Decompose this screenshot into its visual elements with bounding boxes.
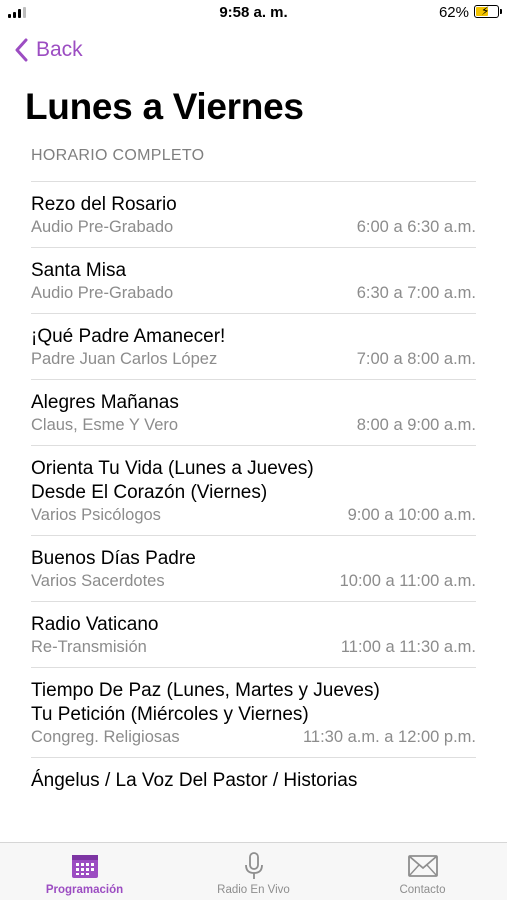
program-title-line2: Tu Petición (Miércoles y Viernes) — [31, 704, 309, 725]
program-time: 10:00 a 11:00 a.m. — [339, 572, 476, 590]
program-details: Padre Juan Carlos López 7:00 a 8:00 a.m. — [31, 349, 476, 370]
program-host: Varios Psicólogos — [31, 506, 161, 524]
program-time: 8:00 a 9:00 a.m. — [356, 416, 476, 434]
calendar-icon — [71, 855, 98, 878]
schedule-row[interactable]: Tiempo De Paz (Lunes, Martes y Jueves) Tu… — [31, 667, 476, 757]
tab-label: Radio En Vivo — [217, 884, 290, 896]
battery-percentage: 62% — [438, 4, 469, 21]
program-time: 11:00 a 11:30 a.m. — [340, 638, 476, 656]
program-title: Santa Misa — [31, 260, 127, 281]
program-details: Audio Pre-Grabado 6:30 a 7:00 a.m. — [31, 283, 476, 304]
program-title: ¡Qué Padre Amanecer! — [31, 326, 226, 347]
chevron-left-icon — [15, 38, 28, 62]
status-bar: 9:58 a. m. 62% ⚡ — [0, 0, 507, 26]
schedule-row[interactable]: ¡Qué Padre Amanecer! Padre Juan Carlos Ló… — [31, 313, 476, 379]
program-details: Audio Pre-Grabado 6:00 a 6:30 a.m. — [31, 217, 476, 238]
program-title: Rezo del Rosario — [31, 194, 177, 215]
schedule-row[interactable]: Buenos Días Padre Varios Sacerdotes 10:00 … — [31, 535, 476, 601]
program-host: Audio Pre-Grabado — [31, 284, 174, 302]
tab-radio-en-vivo[interactable]: Radio En Vivo — [169, 843, 338, 900]
program-host: Claus, Esme Y Vero — [31, 416, 179, 434]
program-host: Audio Pre-Grabado — [31, 218, 174, 236]
program-title: Tiempo De Paz (Lunes, Martes y Jueves) — [31, 680, 380, 701]
tab-bar: Programación Radio En Vivo Contacto — [0, 842, 507, 900]
program-host: Varios Sacerdotes — [31, 572, 165, 590]
back-button[interactable]: Back — [14, 38, 83, 62]
schedule-list: Rezo del Rosario Audio Pre-Grabado 6:00 a … — [0, 181, 507, 802]
program-title: Radio Vaticano — [31, 614, 159, 635]
tab-contacto[interactable]: Contacto — [338, 843, 507, 900]
schedule-row[interactable]: Rezo del Rosario Audio Pre-Grabado 6:00 a … — [31, 181, 476, 247]
tab-programacion[interactable]: Programación — [0, 843, 169, 900]
program-details: Re-Transmisión 11:00 a 11:30 a.m. — [31, 637, 476, 658]
program-title: Orienta Tu Vida (Lunes a Jueves) — [31, 458, 314, 479]
program-details: Congreg. Religiosas 11:30 a.m. a 12:00 p.… — [31, 727, 476, 748]
section-header: HORARIO COMPLETO — [31, 147, 205, 164]
schedule-row[interactable]: Santa Misa Audio Pre-Grabado 6:30 a 7:00 a… — [31, 247, 476, 313]
program-title: Ángelus / La Voz Del Pastor / Historias — [31, 770, 358, 791]
back-label: Back — [36, 38, 83, 61]
status-time: 9:58 a. m. — [219, 4, 288, 21]
program-time: 9:00 a 10:00 a.m. — [347, 506, 476, 524]
program-host: Re-Transmisión — [31, 638, 147, 656]
program-title: Buenos Días Padre — [31, 548, 196, 569]
program-host: Padre Juan Carlos López — [31, 350, 218, 368]
page-title: Lunes a Viernes — [25, 86, 304, 127]
battery-icon: ⚡ — [474, 4, 502, 18]
schedule-row[interactable]: Orienta Tu Vida (Lunes a Jueves) Desde El… — [31, 445, 476, 535]
schedule-row[interactable]: Radio Vaticano Re-Transmisión 11:00 a 11:3… — [31, 601, 476, 667]
tab-label: Contacto — [399, 884, 446, 896]
program-title-line2: Desde El Corazón (Viernes) — [31, 482, 268, 503]
tab-label: Programación — [45, 884, 124, 896]
program-details: Varios Sacerdotes 10:00 a 11:00 a.m. — [31, 571, 476, 592]
charging-bolt-icon: ⚡ — [481, 4, 490, 18]
program-time: 6:00 a 6:30 a.m. — [356, 218, 476, 236]
program-host: Congreg. Religiosas — [31, 728, 180, 746]
program-time: 6:30 a 7:00 a.m. — [356, 284, 476, 302]
program-details: Varios Psicólogos 9:00 a 10:00 a.m. — [31, 505, 476, 526]
schedule-row[interactable]: Alegres Mañanas Claus, Esme Y Vero 8:00 a … — [31, 379, 476, 445]
program-title: Alegres Mañanas — [31, 392, 179, 413]
program-time: 7:00 a 8:00 a.m. — [356, 350, 476, 368]
program-details: Claus, Esme Y Vero 8:00 a 9:00 a.m. — [31, 415, 476, 436]
schedule-row[interactable]: Ángelus / La Voz Del Pastor / Historias — [31, 757, 476, 802]
envelope-icon — [407, 855, 438, 877]
program-time: 11:30 a.m. a 12:00 p.m. — [302, 728, 476, 746]
microphone-icon — [244, 852, 263, 879]
